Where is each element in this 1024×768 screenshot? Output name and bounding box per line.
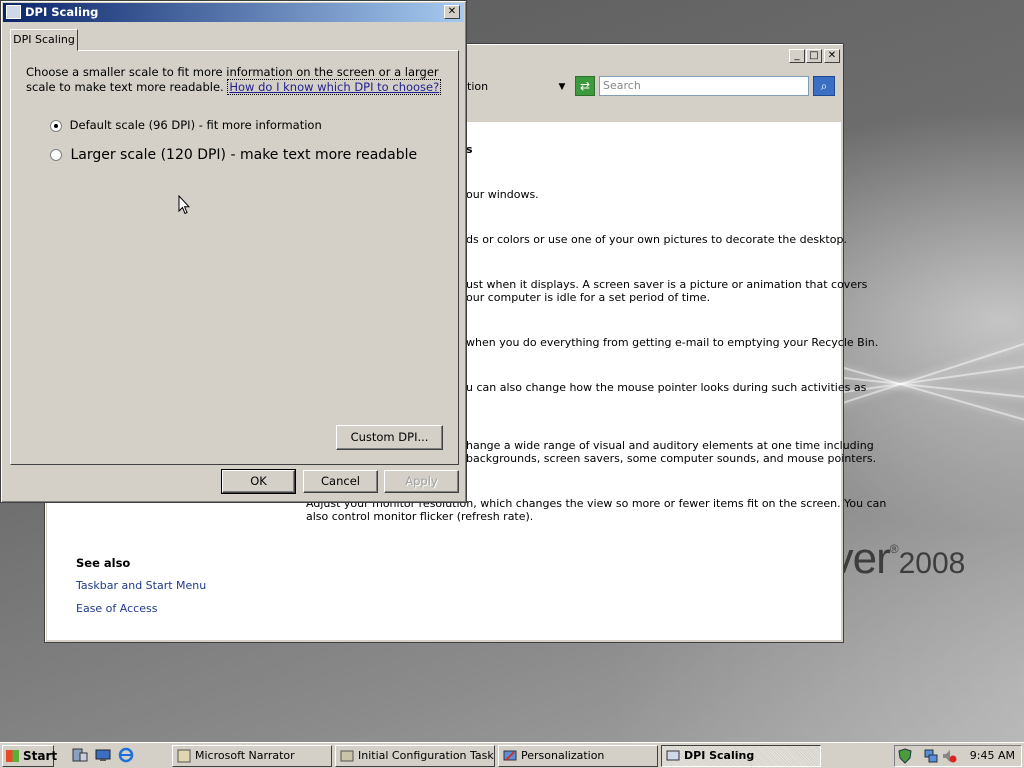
taskbar-button-dpi-scaling[interactable]: DPI Scaling: [661, 745, 821, 767]
tab-panel: [10, 50, 459, 465]
mouse-pointers-description: u can also change how the mouse pointer …: [466, 381, 867, 394]
taskbar-start-menu-link[interactable]: Taskbar and Start Menu: [76, 579, 206, 592]
dialog-close-button[interactable]: ✕: [444, 5, 460, 19]
tab-dpi-scaling[interactable]: DPI Scaling: [10, 29, 78, 51]
maximize-button[interactable]: □: [806, 49, 822, 63]
radio-default-scale[interactable]: Default scale (96 DPI) - fit more inform…: [50, 118, 322, 132]
ease-of-access-link[interactable]: Ease of Access: [76, 602, 157, 615]
radio-larger-scale-label: Larger scale (120 DPI) - make text more …: [70, 147, 418, 163]
radio-default-scale-button[interactable]: [50, 119, 62, 132]
internet-explorer-icon[interactable]: [118, 747, 134, 763]
notification-area: 9:45 AM: [894, 745, 1022, 767]
volume-muted-icon[interactable]: [941, 748, 957, 764]
radio-default-scale-label: Default scale (96 DPI) - fit more inform…: [69, 118, 322, 132]
monitor-icon: [666, 750, 680, 761]
taskbar-button-initial-configuration-tasks[interactable]: Initial Configuration Tasks: [335, 745, 495, 767]
network-icon[interactable]: [923, 748, 939, 764]
clock[interactable]: 9:45 AM: [970, 749, 1015, 762]
configuration-tasks-icon: [340, 750, 354, 762]
theme-description-2: backgrounds, screen savers, some compute…: [466, 452, 877, 465]
mouse-cursor-icon: [178, 195, 190, 215]
radio-larger-scale[interactable]: Larger scale (120 DPI) - make text more …: [50, 147, 417, 163]
dpi-help-link[interactable]: How do I know which DPI to choose?: [227, 79, 442, 95]
screen-saver-description-1: ust when it displays. A screen saver is …: [466, 278, 868, 291]
dpi-scaling-dialog[interactable]: DPI Scaling ✕ DPI Scaling Choose a small…: [0, 0, 467, 503]
close-button[interactable]: ✕: [824, 49, 840, 63]
personalization-icon: [503, 750, 517, 761]
windows-logo-icon: [6, 750, 19, 762]
taskbar: Start Microsoft Narrator Initial Configu…: [0, 742, 1024, 768]
server-manager-icon[interactable]: [72, 747, 88, 763]
narrator-icon: [177, 749, 191, 763]
monitor-icon: [6, 5, 21, 19]
ok-button[interactable]: OK: [221, 469, 296, 494]
desktop-background-description: ds or colors or use one of your own pict…: [466, 233, 847, 246]
see-also-heading: See also: [76, 556, 131, 570]
dialog-title: DPI Scaling: [25, 5, 99, 19]
taskbar-button-personalization[interactable]: Personalization: [498, 745, 658, 767]
task-label: Initial Configuration Tasks: [358, 749, 495, 762]
search-input[interactable]: Search: [599, 76, 809, 96]
theme-description-1: hange a wide range of visual and auditor…: [466, 439, 874, 452]
refresh-go-button[interactable]: ⇄: [575, 76, 595, 96]
cancel-button[interactable]: Cancel: [303, 470, 378, 493]
apply-button[interactable]: Apply: [384, 470, 459, 493]
dpi-description: Choose a smaller scale to fit more infor…: [26, 65, 451, 95]
sounds-description: when you do everything from getting e-ma…: [466, 336, 879, 349]
taskbar-button-microsoft-narrator[interactable]: Microsoft Narrator: [172, 745, 332, 767]
custom-dpi-button[interactable]: Custom DPI...: [336, 425, 443, 450]
address-dropdown-icon[interactable]: ▼: [555, 80, 569, 94]
minimize-button[interactable]: _: [789, 49, 805, 63]
start-label: Start: [23, 749, 58, 763]
start-button[interactable]: Start: [2, 745, 58, 767]
security-shield-icon[interactable]: [897, 748, 913, 764]
show-desktop-icon[interactable]: [95, 747, 111, 763]
task-label: Microsoft Narrator: [195, 749, 295, 762]
window-color-description: our windows.: [466, 188, 539, 201]
radio-larger-scale-button[interactable]: [50, 149, 62, 161]
display-settings-description-2: also control monitor flicker (refresh ra…: [306, 510, 534, 523]
brand-year: 2008: [898, 547, 966, 580]
task-label: DPI Scaling: [684, 749, 755, 762]
brand-registered-mark: ®: [889, 542, 899, 556]
dialog-title-bar[interactable]: DPI Scaling ✕: [3, 3, 464, 22]
screen-saver-description-2: our computer is idle for a set period of…: [466, 291, 711, 304]
search-button[interactable]: ⌕: [813, 76, 835, 96]
task-label: Personalization: [521, 749, 605, 762]
